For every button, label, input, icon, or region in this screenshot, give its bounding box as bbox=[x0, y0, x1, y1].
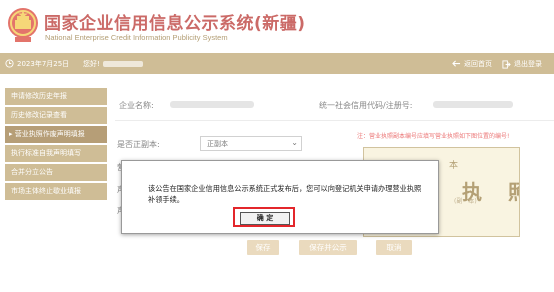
ok-button[interactable]: 确 定 bbox=[240, 212, 290, 225]
modal-overlay bbox=[0, 0, 554, 292]
ok-button-highlight: 确 定 bbox=[233, 207, 295, 227]
dialog-message: 该公告在国家企业信用信息公示系统正式发布后，您可以向登记机关申请办理营业执照补领… bbox=[148, 184, 422, 204]
confirm-dialog: 该公告在国家企业信用信息公示系统正式发布后，您可以向登记机关申请办理营业执照补领… bbox=[121, 160, 439, 234]
